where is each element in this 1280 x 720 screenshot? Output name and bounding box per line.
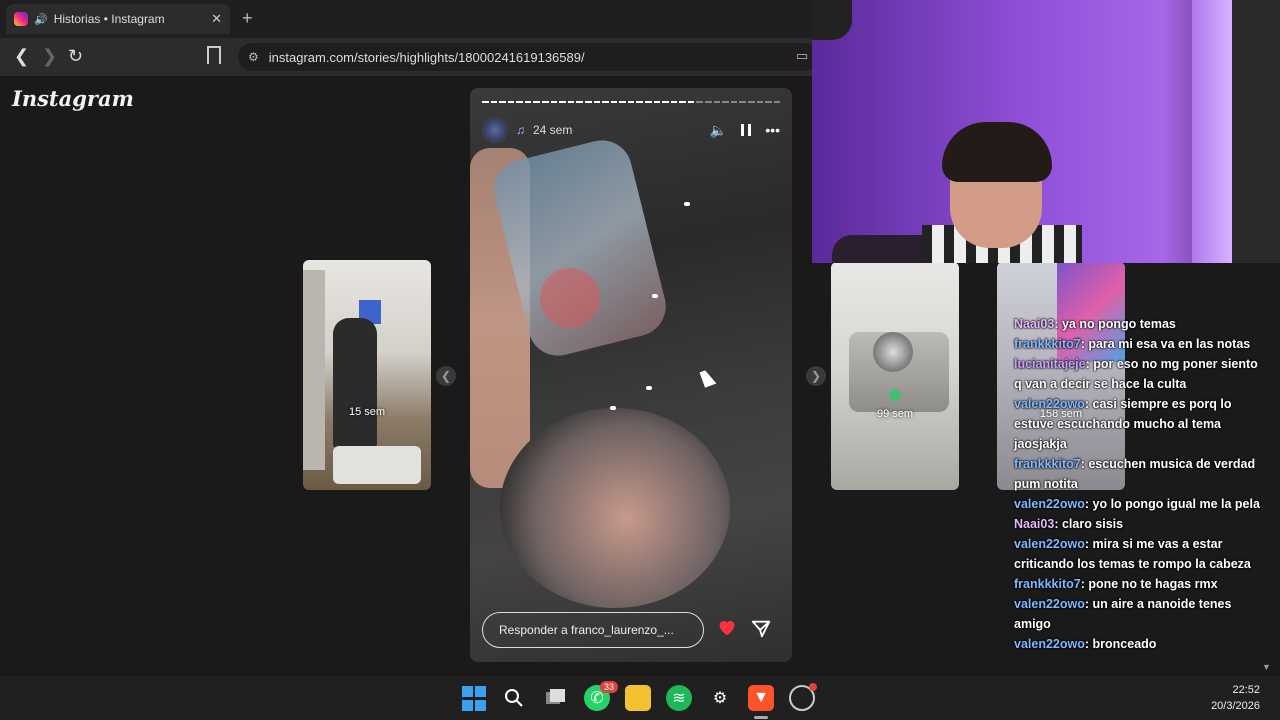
cast-icon[interactable]: ▭ [796,48,808,64]
avatar[interactable] [482,117,508,143]
story-viewer[interactable]: ♫ 24 sem 🔈 ••• Responder a franco_lauren… [470,88,792,662]
clock-time: 22:52 [1232,684,1260,696]
instagram-logo[interactable]: Instagram [12,86,134,111]
chat-message: frankkkito7: pone no te hagas rmx [1014,577,1218,591]
story-light [610,406,616,410]
reload-button[interactable]: ↻ [68,46,83,67]
music-note-icon: ♫ [516,123,525,137]
pause-icon[interactable] [741,124,752,136]
chat-message: Naai03: claro sisis [1014,517,1124,531]
chat-text: para mi esa va en las notas [1084,337,1251,351]
preview-age-label: 15 sem [348,406,386,418]
forward-button[interactable]: ❯ [42,46,57,67]
new-tab-button[interactable]: + [242,8,253,29]
clock-date: 20/3/2026 [1211,700,1260,712]
reply-input[interactable]: Responder a franco_laurenzo_... [482,612,704,648]
chat-username: lucianitajeje [1014,357,1086,371]
story-light [646,386,652,390]
screen: 🔊 Historias • Instagram ✕ + ❮ ❯ ↻ ⚙ inst… [0,0,1280,720]
volume-icon[interactable]: 🔈 [710,122,727,139]
chat-username: Naai03 [1014,317,1055,331]
brave-browser-icon[interactable]: ▼ [748,685,774,711]
chat-message: frankkkito7: escuchen musica de verdad p… [1014,457,1256,491]
spotify-icon[interactable]: ≋ [666,685,692,711]
webcam-hair [942,122,1052,182]
chat-username: frankkkito7 [1014,337,1081,351]
chat-username: valen22owo [1014,637,1085,651]
tab-title: Historias • Instagram [53,12,165,26]
chat-text: bronceado [1089,637,1157,651]
webcam-shadow [812,0,852,40]
chat-text: ya no pongo temas [1058,317,1176,331]
preview-door [303,270,325,470]
chat-scroll-down-icon[interactable]: ▼ [1262,662,1271,672]
story-light [652,294,658,298]
whatsapp-icon[interactable]: ✆ 33 [584,681,618,711]
story-light [684,202,690,206]
avatar [873,332,913,372]
site-settings-icon[interactable]: ⚙ [248,50,259,64]
story-header: ♫ 24 sem 🔈 ••• [482,116,780,144]
chat-message: valen22owo: un aire a nanoide tenes amig… [1014,597,1232,631]
chat-message: lucianitajeje: por eso no mg poner sient… [1014,357,1258,391]
chat-username: frankkkito7 [1014,457,1081,471]
chat-message: Naai03: ya no pongo temas [1014,317,1176,331]
heart-icon[interactable] [716,616,738,638]
webcam-curtain [1192,0,1232,263]
browser-nav-bar: ❮ ❯ ↻ ⚙ instagram.com/stories/highlights… [0,38,818,76]
story-age: 24 sem [533,123,573,137]
tab-instagram[interactable]: 🔊 Historias • Instagram ✕ [6,4,230,34]
webcam-overlay [812,0,1280,263]
active-app-indicator [754,716,768,719]
chat-text: yo lo pongo igual me la pela [1089,497,1260,511]
obs-icon[interactable] [789,683,817,711]
chat-message: valen22owo: yo lo pongo igual me la pela [1014,497,1260,511]
settings-gear-icon[interactable]: ⚙ [707,685,733,711]
chat-message: valen22owo: bronceado [1014,637,1157,651]
chat-message: valen22owo: casi siempre es porq lo estu… [1014,397,1232,451]
file-explorer-icon[interactable] [625,685,651,711]
status-dot [809,683,817,691]
preview-age-label: 99 sem [876,408,914,420]
notification-badge: 33 [599,681,618,693]
story-progress-bar [482,101,781,103]
address-bar[interactable]: ⚙ instagram.com/stories/highlights/18000… [238,43,818,71]
chat-username: valen22owo [1014,597,1085,611]
chat-message: valen22owo: mira si me vas a estar criti… [1014,537,1251,571]
next-story-arrow-icon[interactable]: ❯ [806,366,826,386]
chat-username: Naai03 [1014,517,1055,531]
taskbar: ✆ 33 ≋ ⚙ ▼ 22:52 20/3/2026 [0,676,1280,720]
chat-message: frankkkito7: para mi esa va en las notas [1014,337,1251,351]
chat-username: valen22owo [1014,397,1085,411]
start-menu-icon[interactable] [461,685,487,711]
stream-chat: Naai03: ya no pongo temas frankkkito7: p… [1014,314,1268,714]
back-button[interactable]: ❮ [14,46,29,67]
search-icon[interactable] [501,685,527,711]
speaker-icon[interactable]: 🔊 [34,13,48,26]
send-icon[interactable] [750,618,772,640]
story-preview-right-1[interactable]: 99 sem [831,262,959,490]
chat-username: valen22owo [1014,497,1085,511]
preview-person [333,318,377,448]
bookmark-icon[interactable] [207,46,221,64]
story-blur-shape [500,408,730,608]
close-tab-icon[interactable]: ✕ [211,11,222,27]
instagram-favicon-icon [14,12,28,26]
browser-tab-bar: 🔊 Historias • Instagram ✕ + [0,0,812,38]
story-preview-left[interactable]: 15 sem [303,260,431,490]
chat-username: valen22owo [1014,537,1085,551]
webcam-window [1232,0,1280,263]
chat-text: claro sisis [1058,517,1124,531]
chat-username: frankkkito7 [1014,577,1081,591]
task-view-icon[interactable] [543,685,569,711]
more-options-icon[interactable]: ••• [765,122,780,138]
preview-rug [333,446,421,484]
system-clock[interactable]: 22:52 20/3/2026 [1200,682,1260,714]
chat-text: pone no te hagas rmx [1084,577,1218,591]
url-text: instagram.com/stories/highlights/1800024… [268,49,585,65]
story-controls: 🔈 ••• [710,122,780,139]
story-blur-shape [540,268,600,328]
previous-story-arrow-icon[interactable]: ❮ [436,366,456,386]
